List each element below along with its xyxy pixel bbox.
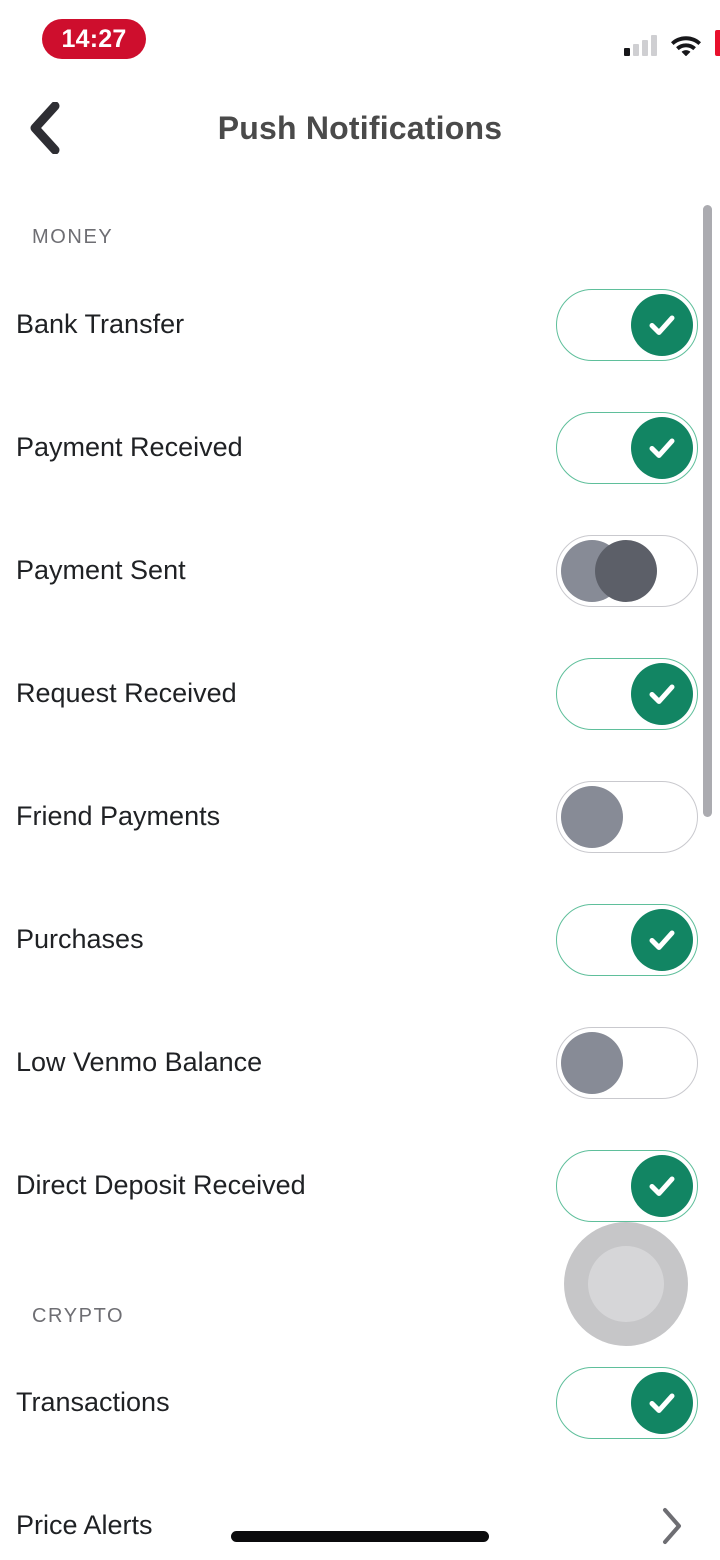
toggle-purchases[interactable] xyxy=(556,903,698,976)
chevron-right-icon xyxy=(663,1507,681,1544)
wifi-icon xyxy=(671,36,701,56)
toggle-bank-transfer[interactable] xyxy=(556,288,698,361)
page-header: Push Notifications xyxy=(0,78,720,178)
status-bar: 14:27 xyxy=(0,0,720,78)
check-icon xyxy=(649,1393,675,1413)
check-icon xyxy=(649,930,675,950)
toggle-knob xyxy=(631,662,693,725)
table-row[interactable]: Payment Sent xyxy=(0,509,720,632)
check-icon xyxy=(649,315,675,335)
row-label: Transactions xyxy=(16,1387,170,1417)
row-label: Low Venmo Balance xyxy=(16,1047,263,1077)
section-header-crypto: CRYPTO xyxy=(32,1305,125,1327)
touch-ripple-indicator xyxy=(564,1222,688,1346)
battery-icon xyxy=(715,30,720,56)
status-bar-indicators xyxy=(624,26,720,56)
table-row[interactable]: Request Received xyxy=(0,632,720,755)
table-row[interactable]: Bank Transfer xyxy=(0,263,720,386)
status-bar-time-pill: 14:27 xyxy=(42,19,146,59)
table-row[interactable]: Friend Payments xyxy=(0,755,720,878)
row-label: Request Received xyxy=(16,678,237,708)
row-label: Price Alerts xyxy=(16,1510,153,1540)
cellular-signal-icon xyxy=(624,34,657,56)
home-indicator-bar[interactable] xyxy=(231,1531,489,1542)
price-alerts-disclosure[interactable] xyxy=(650,1504,694,1548)
vertical-scrollbar[interactable] xyxy=(703,205,712,817)
toggle-knob xyxy=(631,293,693,356)
check-icon xyxy=(649,438,675,458)
notification-settings-list: MONEY Bank Transfer Payment Received Pay… xyxy=(0,190,720,1560)
app-screen: 14:27 Push Notifications MONEY Bank Tran… xyxy=(0,0,720,1560)
table-row[interactable]: Low Venmo Balance xyxy=(0,1001,720,1124)
toggle-knob xyxy=(631,1371,693,1434)
status-bar-time: 14:27 xyxy=(61,24,127,53)
toggle-knob xyxy=(561,1031,623,1094)
row-label: Friend Payments xyxy=(16,801,221,831)
section-header-money: MONEY xyxy=(32,226,114,248)
row-label: Bank Transfer xyxy=(16,309,185,339)
toggle-knob xyxy=(631,1154,693,1217)
toggle-crypto-transactions[interactable] xyxy=(556,1366,698,1439)
toggle-knob xyxy=(561,785,623,848)
toggle-press-overlay xyxy=(595,539,657,602)
check-icon xyxy=(649,1176,675,1196)
toggle-knob xyxy=(631,908,693,971)
toggle-payment-received[interactable] xyxy=(556,411,698,484)
row-label: Direct Deposit Received xyxy=(16,1170,306,1200)
table-row[interactable]: Transactions xyxy=(0,1341,720,1464)
toggle-request-received[interactable] xyxy=(556,657,698,730)
table-row[interactable]: Payment Received xyxy=(0,386,720,509)
row-label: Purchases xyxy=(16,924,144,954)
row-label: Payment Sent xyxy=(16,555,186,585)
toggle-low-venmo-balance[interactable] xyxy=(556,1026,698,1099)
toggle-direct-deposit-received[interactable] xyxy=(556,1149,698,1222)
page-title: Push Notifications xyxy=(217,109,503,146)
table-row[interactable]: Price Alerts xyxy=(0,1464,720,1560)
check-icon xyxy=(649,684,675,704)
toggle-knob xyxy=(631,416,693,479)
row-label: Payment Received xyxy=(16,432,243,462)
toggle-payment-sent[interactable] xyxy=(556,534,698,607)
table-row[interactable]: Purchases xyxy=(0,878,720,1001)
toggle-friend-payments[interactable] xyxy=(556,780,698,853)
